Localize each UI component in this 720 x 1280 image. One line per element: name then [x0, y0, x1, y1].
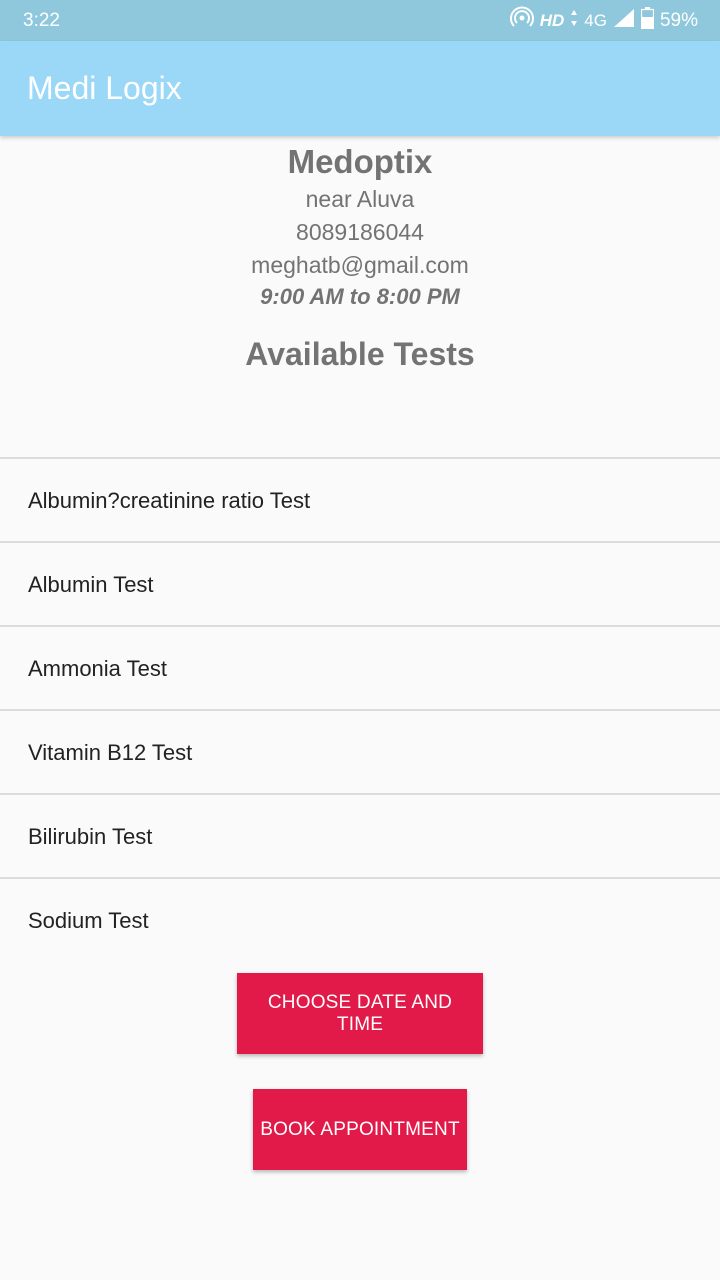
battery-percent: 59%	[659, 9, 698, 31]
test-label: Sodium Test	[28, 908, 149, 933]
list-item[interactable]: Sodium Test	[0, 877, 720, 961]
list-item[interactable]: Albumin?creatinine ratio Test	[0, 457, 720, 541]
app-title: Medi Logix	[27, 70, 182, 106]
lab-name: Medoptix	[287, 143, 433, 180]
hotspot-icon	[509, 6, 534, 36]
test-label: Ammonia Test	[28, 656, 167, 681]
lab-email: meghatb@gmail.com	[251, 252, 469, 278]
test-label: Vitamin B12 Test	[28, 740, 193, 765]
lab-phone: 8089186044	[296, 219, 424, 245]
network-type: 4G	[584, 10, 607, 30]
signal-icon	[613, 8, 635, 34]
app-bar: Medi Logix	[0, 41, 720, 136]
test-label: Albumin?creatinine ratio Test	[28, 488, 311, 513]
status-bar: 3:22 HD 4G 59%	[0, 0, 720, 41]
choose-date-time-button[interactable]: CHOOSE DATE AND TIME	[237, 973, 483, 1054]
test-list: Albumin?creatinine ratio Test Albumin Te…	[0, 457, 720, 961]
data-arrows-icon	[570, 9, 578, 33]
lab-address: near Aluva	[305, 186, 415, 212]
status-time: 3:22	[23, 10, 60, 31]
section-title: Available Tests	[245, 336, 475, 372]
lab-hours: 9:00 AM to 8:00 PM	[260, 284, 460, 309]
test-label: Bilirubin Test	[28, 824, 153, 849]
list-item[interactable]: Bilirubin Test	[0, 793, 720, 877]
battery-icon	[640, 6, 655, 35]
status-icons: HD 4G 59%	[509, 6, 698, 36]
hd-indicator: HD	[539, 10, 565, 30]
list-item[interactable]: Albumin Test	[0, 541, 720, 625]
list-item[interactable]: Ammonia Test	[0, 625, 720, 709]
test-label: Albumin Test	[28, 572, 154, 597]
list-item[interactable]: Vitamin B12 Test	[0, 709, 720, 793]
book-appointment-button[interactable]: BOOK APPOINTMENT	[253, 1089, 467, 1170]
